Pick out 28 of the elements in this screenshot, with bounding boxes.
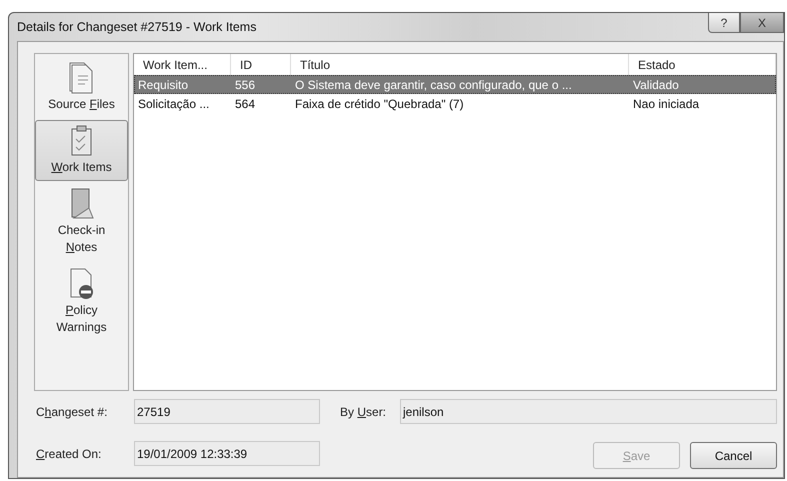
- list-cell-text: O Sistema deve garantir, caso configurado, que o ...: [294, 78, 573, 92]
- document-icon: [68, 188, 94, 220]
- field-label: Created On:: [36, 446, 102, 460]
- document-warning-icon: [68, 268, 94, 300]
- list-cell-text: 564: [234, 96, 256, 110]
- list-cell-text: Faixa de crétido "Quebrada" (7): [294, 96, 465, 110]
- close-button[interactable]: X: [740, 13, 784, 33]
- user-field[interactable]: jenilson: [400, 399, 777, 424]
- documents-icon: [68, 62, 94, 94]
- sidebar-item[interactable]: Check-in Notes: [35, 183, 128, 261]
- window-title: Details for Changeset #27519 - Work Items: [17, 20, 258, 34]
- dialog-button[interactable]: Cancel: [690, 442, 777, 469]
- list-cell-text: Nao iniciada: [632, 96, 700, 110]
- changeset-field[interactable]: 27519: [134, 399, 320, 424]
- list-cell-text: 556: [234, 78, 256, 92]
- help-button[interactable]: ?: [708, 13, 740, 33]
- list-row[interactable]: Solicitação ... 564 Faixa de crétido "Quebrada" (7) Nao iniciada: [134, 94, 776, 113]
- clipboard-icon: [68, 125, 94, 157]
- sidebar-item[interactable]: Source Files: [35, 57, 128, 118]
- list-cell-text: Requisito: [137, 78, 190, 92]
- list-row[interactable]: Requisito 556 O Sistema deve garantir, caso configurado, que o ... Validado: [134, 75, 776, 94]
- date-field[interactable]: 19/01/2009 12:33:39: [134, 441, 320, 466]
- list-cell-text: Solicitação ...: [137, 96, 210, 110]
- sidebar-item[interactable]: Policy Warnings: [35, 263, 128, 341]
- list-cell-text: Validado: [632, 78, 680, 92]
- field-label: Changeset #:: [36, 404, 108, 418]
- sidebar-item[interactable]: Work Items: [35, 120, 128, 181]
- field-label: By User:: [340, 404, 388, 418]
